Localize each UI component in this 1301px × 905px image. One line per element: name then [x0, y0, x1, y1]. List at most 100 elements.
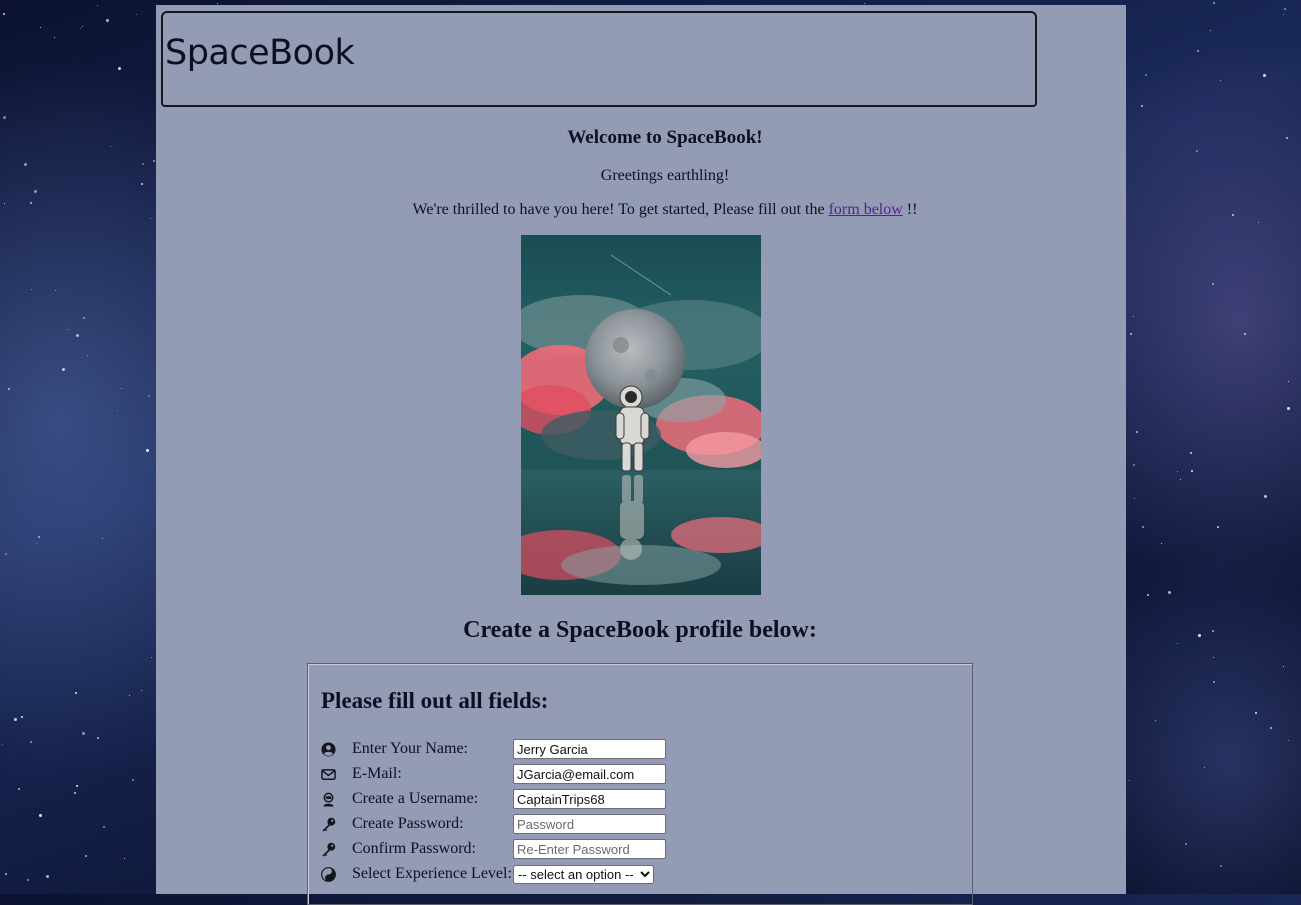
intro-text-end: !!: [906, 201, 918, 218]
star: [142, 163, 145, 166]
star: [53, 37, 55, 39]
star: [97, 736, 100, 739]
star: [1287, 381, 1289, 382]
star: [3, 116, 7, 120]
star: [21, 715, 24, 718]
star: [26, 878, 29, 881]
star: [86, 354, 88, 356]
star: [1212, 656, 1214, 658]
star: [81, 26, 83, 28]
user-circle-icon: [321, 741, 336, 757]
star: [34, 189, 38, 193]
star: [1263, 495, 1267, 498]
star: [23, 162, 27, 166]
star: [1203, 767, 1205, 769]
intro-text: We're thrilled to have you here! To get …: [412, 201, 825, 218]
form-below-link[interactable]: form below: [829, 201, 903, 218]
star: [4, 552, 7, 555]
star: [40, 27, 42, 29]
star: [1269, 726, 1272, 729]
astronaut-icon: [321, 792, 336, 807]
star: [1243, 333, 1246, 336]
star: [1254, 712, 1257, 715]
star: [74, 792, 77, 795]
form-row-email: E-Mail:: [321, 763, 666, 785]
star: [145, 449, 149, 453]
star: [55, 290, 57, 292]
star: [4, 202, 6, 204]
star: [140, 689, 142, 691]
star: [17, 787, 20, 790]
star: [150, 217, 151, 219]
star: [1217, 525, 1220, 528]
star: [121, 388, 123, 390]
star: [1144, 73, 1147, 76]
star: [152, 159, 155, 162]
star: [1154, 719, 1156, 721]
star: [1141, 104, 1144, 107]
star: [1146, 593, 1149, 596]
star: [30, 202, 33, 205]
star: [96, 4, 98, 6]
star: [31, 288, 33, 290]
star: [117, 66, 121, 70]
experience-label: Select Experience Level:: [352, 865, 512, 882]
envelope-icon: [321, 767, 336, 782]
star: [38, 814, 42, 818]
form-row-password: Create Password:: [321, 813, 666, 835]
star: [1283, 13, 1285, 15]
name-label: Enter Your Name:: [352, 740, 468, 757]
star: [1195, 149, 1198, 152]
star: [1210, 30, 1212, 32]
star: [75, 692, 78, 695]
star: [1135, 430, 1138, 433]
star: [1198, 633, 1202, 637]
star: [1177, 643, 1179, 645]
form-row-confirm-password: Confirm Password:: [321, 838, 666, 860]
star: [36, 543, 38, 545]
star: [148, 394, 151, 397]
star: [30, 741, 33, 744]
star: [1129, 779, 1131, 781]
name-input[interactable]: [513, 739, 666, 759]
star: [103, 826, 106, 829]
star: [7, 388, 10, 391]
star: [1286, 406, 1290, 410]
password-label: Create Password:: [352, 815, 464, 832]
star: [106, 18, 110, 22]
header-banner: SpaceBook: [161, 11, 1037, 107]
star: [83, 317, 86, 320]
star: [38, 535, 41, 538]
create-profile-heading: Create a SpaceBook profile below:: [463, 617, 817, 643]
form-row-experience: Select Experience Level: -- select an op…: [321, 863, 654, 885]
password-input[interactable]: [513, 814, 666, 834]
star: [4, 872, 7, 875]
star: [1219, 79, 1221, 81]
star: [46, 874, 50, 878]
star: [217, 2, 219, 4]
star: [1184, 842, 1187, 845]
experience-select[interactable]: -- select an option --: [513, 864, 654, 884]
star: [1212, 629, 1215, 632]
star: [110, 145, 112, 147]
star: [1189, 451, 1192, 454]
main-content: SpaceBook Welcome to SpaceBook! Greeting…: [156, 5, 1126, 905]
star: [1283, 8, 1286, 11]
star: [1141, 525, 1144, 528]
star: [1134, 498, 1136, 500]
welcome-heading: Welcome to SpaceBook!: [567, 127, 763, 148]
form-legend: Please fill out all fields:: [321, 688, 549, 713]
star: [1213, 2, 1216, 5]
username-input[interactable]: [513, 789, 666, 809]
star: [1263, 74, 1267, 77]
confirm-password-input[interactable]: [513, 839, 666, 859]
star: [1161, 542, 1163, 544]
star: [75, 333, 79, 337]
username-label: Create a Username:: [352, 790, 479, 807]
star: [1286, 136, 1288, 139]
star: [124, 858, 126, 860]
star: [864, 2, 866, 4]
email-input[interactable]: [513, 764, 666, 784]
signup-form: Please fill out all fields: Enter Your N…: [307, 663, 973, 905]
star: [1190, 469, 1193, 472]
